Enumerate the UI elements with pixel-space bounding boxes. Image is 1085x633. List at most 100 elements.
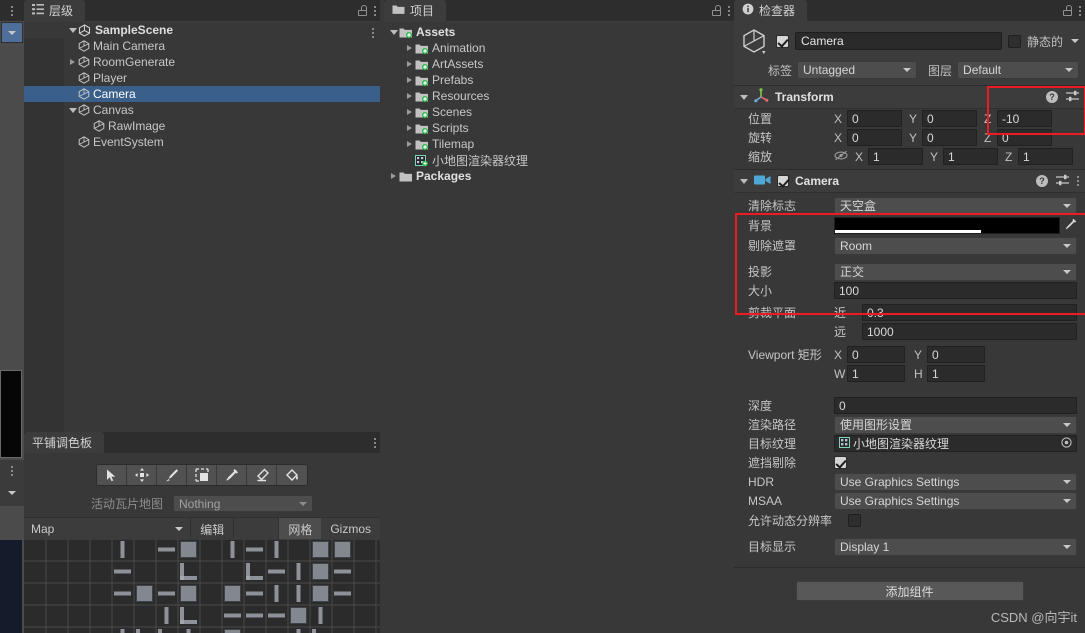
camera-foldout-icon[interactable] — [740, 178, 748, 184]
eraser-icon[interactable] — [247, 465, 277, 485]
foldout-arrow[interactable] — [404, 141, 415, 147]
project-item-Prefabs[interactable]: Prefabs — [384, 72, 734, 88]
project-item-Animation[interactable]: Animation — [384, 40, 734, 56]
viewport-y-input[interactable]: 0 — [927, 346, 985, 363]
target-display-dropdown[interactable]: Display 1 — [834, 537, 1077, 556]
preset-icon[interactable] — [1066, 90, 1079, 105]
project-item-Tilemap[interactable]: Tilemap — [384, 136, 734, 152]
picker-icon[interactable] — [217, 465, 247, 485]
link-off-icon[interactable] — [834, 150, 848, 164]
eyedropper-icon[interactable] — [1064, 218, 1077, 234]
palette-menu-icon[interactable] — [374, 437, 376, 448]
help-icon[interactable]: ? — [1036, 175, 1048, 187]
occlusion-checkbox[interactable] — [834, 456, 847, 469]
foldout-arrow[interactable] — [67, 107, 78, 113]
foldout-arrow[interactable] — [388, 173, 399, 179]
transform-旋转-Y-input[interactable]: 0 — [922, 129, 977, 146]
scene-strip-dropdown-button[interactable] — [1, 22, 23, 43]
foldout-arrow[interactable] — [404, 125, 415, 131]
depth-input[interactable]: 0 — [834, 397, 1077, 414]
project-item-Assets[interactable]: Assets — [384, 24, 734, 40]
lock-icon[interactable] — [358, 5, 367, 16]
hdr-dropdown[interactable]: Use Graphics Settings — [834, 472, 1077, 491]
hierarchy-item-canvas[interactable]: Canvas — [24, 102, 380, 118]
foldout-arrow[interactable] — [404, 93, 415, 99]
project-item-Scenes[interactable]: Scenes — [384, 104, 734, 120]
tab-tile-palette[interactable]: 平铺调色板 — [24, 432, 105, 453]
transform-位置-Z-input[interactable]: -10 — [997, 110, 1052, 127]
palette-edit-button[interactable]: 编辑 — [190, 518, 233, 540]
target-texture-field[interactable]: 小地图渲染器纹理 — [834, 435, 1077, 452]
foldout-arrow[interactable] — [404, 77, 415, 83]
transform-位置-Y-input[interactable]: 0 — [922, 110, 977, 127]
transform-foldout-icon[interactable] — [740, 94, 748, 100]
active-tilemap-dropdown[interactable]: Nothing — [173, 495, 313, 512]
clipping-far-input[interactable]: 1000 — [862, 323, 1077, 340]
hierarchy-menu-icon[interactable] — [374, 5, 376, 16]
lock-icon[interactable] — [712, 5, 721, 16]
brush-icon[interactable] — [157, 465, 187, 485]
static-dropdown-chevron-icon[interactable] — [1071, 39, 1079, 43]
gameobject-icon[interactable] — [740, 26, 770, 56]
transform-component-header[interactable]: Transform ? — [734, 86, 1085, 109]
foldout-arrow[interactable] — [404, 109, 415, 115]
hierarchy-item-eventsystem[interactable]: EventSystem — [24, 134, 380, 150]
help-icon[interactable]: ? — [1046, 91, 1058, 103]
background-color-swatch[interactable] — [834, 217, 1060, 234]
render-path-dropdown[interactable]: 使用图形设置 — [834, 415, 1077, 434]
transform-缩放-Y-input[interactable]: 1 — [943, 148, 998, 165]
gameobject-name-input[interactable]: Camera — [795, 32, 1002, 50]
foldout-arrow[interactable] — [67, 59, 78, 65]
project-menu-icon[interactable] — [728, 5, 730, 16]
clear-flags-dropdown[interactable]: 天空盒 — [834, 196, 1077, 215]
projection-dropdown[interactable]: 正交 — [834, 262, 1077, 281]
tile-palette-grid[interactable] — [24, 539, 380, 633]
layer-dropdown[interactable]: Default — [957, 61, 1079, 79]
viewport-w-input[interactable]: 1 — [847, 365, 905, 382]
inspector-menu-icon[interactable] — [1079, 5, 1081, 16]
project-item-小地图渲染器纹理[interactable]: 小地图渲染器纹理 — [384, 152, 734, 168]
transform-缩放-X-input[interactable]: 1 — [868, 148, 923, 165]
project-item-Scripts[interactable]: Scripts — [384, 120, 734, 136]
lock-icon[interactable] — [1063, 5, 1072, 16]
camera-component-header[interactable]: Camera ? — [734, 170, 1085, 193]
dynamic-res-checkbox[interactable] — [848, 514, 861, 527]
scene-fold-arrow[interactable] — [67, 27, 78, 33]
transform-缩放-Z-input[interactable]: 1 — [1018, 148, 1073, 165]
tag-dropdown[interactable]: Untagged — [797, 61, 918, 79]
palette-gizmos-toggle[interactable]: Gizmos — [321, 518, 380, 540]
palette-strip-chevron-down-icon[interactable] — [8, 491, 16, 495]
foldout-arrow[interactable] — [388, 29, 399, 35]
size-input[interactable]: 100 — [834, 282, 1077, 299]
object-picker-icon[interactable] — [1061, 436, 1072, 451]
box-fill-icon[interactable] — [187, 465, 217, 485]
camera-enabled-checkbox[interactable] — [777, 175, 789, 187]
scene-row-menu-icon[interactable] — [372, 28, 374, 38]
hierarchy-item-roomgenerate[interactable]: RoomGenerate — [24, 54, 380, 70]
tab-inspector[interactable]: 检查器 — [734, 0, 808, 21]
tab-project[interactable]: 项目 — [384, 0, 447, 21]
transform-旋转-Z-input[interactable]: 0 — [997, 129, 1052, 146]
move-icon[interactable] — [127, 465, 157, 485]
viewport-h-input[interactable]: 1 — [927, 365, 985, 382]
tab-hierarchy[interactable]: 层级 — [24, 0, 86, 21]
transform-旋转-X-input[interactable]: 0 — [847, 129, 902, 146]
preset-icon[interactable] — [1056, 174, 1069, 189]
transform-位置-X-input[interactable]: 0 — [847, 110, 902, 127]
project-item-Packages[interactable]: Packages — [384, 168, 734, 184]
hierarchy-item-player[interactable]: Player — [24, 70, 380, 86]
add-component-button[interactable]: 添加组件 — [795, 581, 1024, 601]
fill-icon[interactable] — [277, 465, 307, 485]
palette-name-dropdown[interactable]: Map — [24, 518, 190, 540]
culling-mask-dropdown[interactable]: Room — [834, 236, 1077, 255]
viewport-x-input[interactable]: 0 — [847, 346, 905, 363]
foldout-arrow[interactable] — [404, 45, 415, 51]
select-icon[interactable] — [97, 465, 127, 485]
palette-strip-kebab-icon[interactable] — [11, 466, 13, 476]
gameobject-enabled-checkbox[interactable] — [776, 34, 789, 48]
foldout-arrow[interactable] — [404, 61, 415, 67]
scene-strip-kebab-icon[interactable] — [11, 5, 13, 16]
hierarchy-item-rawimage[interactable]: RawImage — [24, 118, 380, 134]
camera-menu-icon[interactable] — [1077, 176, 1079, 186]
static-checkbox[interactable] — [1007, 34, 1021, 48]
